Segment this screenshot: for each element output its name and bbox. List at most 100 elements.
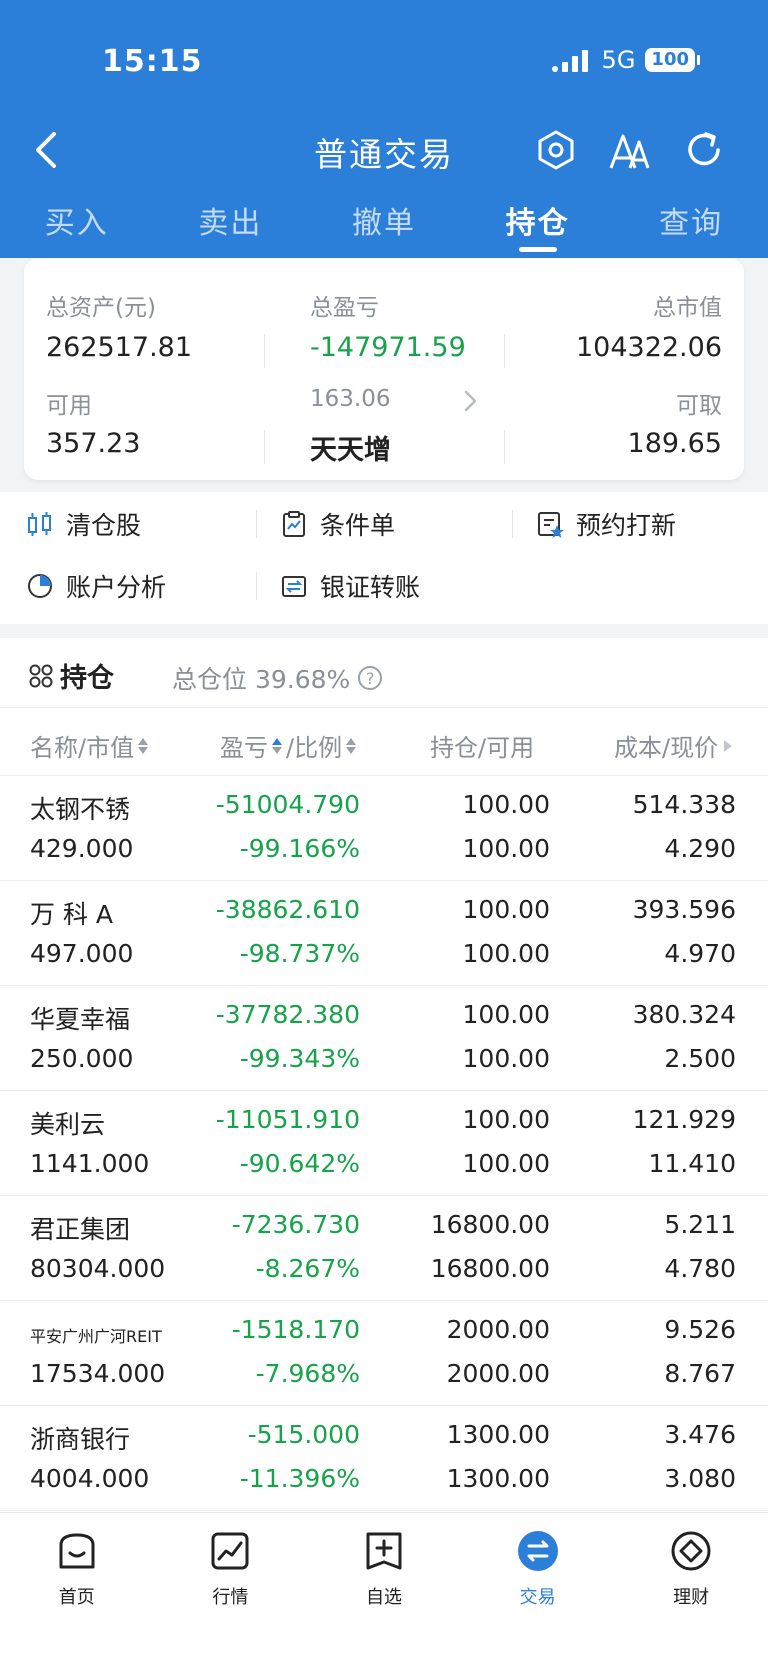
quick-label: 预约打新: [576, 511, 677, 540]
network-type: 5G: [601, 46, 636, 74]
settings-hexagon-icon[interactable]: [534, 128, 578, 172]
table-row[interactable]: 太钢不锈 429.000 -51004.790 -99.166% 100.00 …: [0, 776, 768, 881]
table-row[interactable]: 万 科 A 497.000 -38862.610 -98.737% 100.00…: [0, 881, 768, 986]
table-row[interactable]: 平安广州广河REIT 17534.000 -1518.170 -7.968% 2…: [0, 1301, 768, 1406]
stock-pl-ratio: -11.396%: [239, 1464, 360, 1493]
stock-cost: 380.324: [632, 1000, 736, 1029]
stock-avail: 16800.00: [430, 1254, 550, 1283]
tabbar-trade[interactable]: 交易: [461, 1513, 615, 1670]
pie-chart-icon: [28, 574, 52, 598]
total-assets-value: 262517.81: [46, 332, 193, 363]
stock-avail: 2000.00: [446, 1359, 550, 1388]
refresh-icon[interactable]: [682, 128, 726, 172]
battery-level: 100: [645, 48, 695, 72]
col-qty-label: 持仓/可用: [430, 734, 535, 762]
quick-clear-position[interactable]: 清仓股: [26, 506, 141, 542]
stock-cost: 5.211: [664, 1210, 736, 1239]
stock-market-value: 4004.000: [30, 1464, 150, 1493]
trade-tabs: 买入 卖出 撤单 持仓 查询: [0, 198, 768, 258]
tabbar-wealth[interactable]: 理财: [614, 1513, 768, 1670]
help-icon[interactable]: ?: [358, 666, 383, 690]
stock-market-value: 80304.000: [30, 1254, 166, 1283]
positions-title: 持仓: [28, 656, 114, 695]
stock-pl-ratio: -98.737%: [239, 939, 360, 968]
col-pl[interactable]: 盈亏 /比例: [220, 728, 357, 763]
stock-price: 4.970: [664, 939, 736, 968]
withdrawable-value: 189.65: [627, 428, 722, 459]
market-value-value: 104322.06: [575, 332, 722, 363]
positions-table: 太钢不锈 429.000 -51004.790 -99.166% 100.00 …: [0, 776, 768, 1511]
stock-pl: -37782.380: [215, 1000, 360, 1029]
stock-market-value: 17534.000: [30, 1359, 166, 1388]
stock-name: 美利云: [30, 1110, 106, 1139]
stock-price: 2.500: [664, 1044, 736, 1073]
quick-account-analysis[interactable]: 账户分析: [26, 568, 166, 604]
positions-column-header: 名称/市值 盈亏 /比例 持仓/可用 成本/现价: [0, 708, 768, 776]
stock-pl-ratio: -90.642%: [239, 1149, 360, 1178]
signal-icon: [551, 48, 592, 72]
stock-avail: 100.00: [462, 1044, 550, 1073]
sort-icon: [272, 737, 282, 754]
col-cost[interactable]: 成本/现价: [614, 728, 734, 763]
stock-pl-ratio: -7.968%: [255, 1359, 360, 1388]
stock-name: 万 科 A: [30, 900, 113, 929]
tabbar-label: 交易: [519, 1587, 556, 1608]
col-cost-label: 成本/现价: [614, 734, 719, 762]
withdrawable-label: 可取: [676, 393, 722, 419]
col-qty: 持仓/可用: [430, 728, 534, 763]
stock-price: 11.410: [648, 1149, 736, 1178]
positions-title-text: 持仓: [60, 663, 114, 694]
tab-buy[interactable]: 买入: [0, 198, 154, 258]
stock-pl-ratio: -99.166%: [239, 834, 360, 863]
chevron-right-icon[interactable]: [460, 388, 480, 414]
stock-pl-ratio: -8.267%: [255, 1254, 360, 1283]
tab-query[interactable]: 查询: [614, 198, 768, 258]
stock-pl: -38862.610: [215, 895, 360, 924]
stock-pl: -1518.170: [231, 1315, 360, 1344]
font-size-icon[interactable]: [608, 128, 652, 172]
stock-qty: 100.00: [462, 1000, 550, 1029]
available-label: 可用: [46, 393, 92, 419]
tabbar-watchlist[interactable]: 自选: [307, 1513, 461, 1670]
trade-exchange-icon: [517, 1531, 558, 1571]
tab-sell[interactable]: 卖出: [154, 198, 308, 258]
total-pl-label: 总盈亏: [310, 295, 379, 321]
stock-market-value: 497.000: [30, 939, 134, 968]
fund-name[interactable]: 天天增: [310, 428, 391, 467]
tab-positions[interactable]: 持仓: [461, 198, 615, 258]
table-row[interactable]: 美利云 1141.000 -11051.910 -90.642% 100.00 …: [0, 1091, 768, 1196]
stock-cost: 9.526: [664, 1315, 736, 1344]
stock-name: 华夏幸福: [30, 1005, 131, 1034]
positions-header: 持仓 总仓位 39.68% ?: [0, 638, 768, 708]
total-pl-value: -147971.59: [310, 332, 466, 363]
quick-bank-transfer[interactable]: 银证转账: [280, 568, 420, 604]
stock-name: 太钢不锈: [30, 795, 131, 824]
stock-pl: -51004.790: [215, 790, 360, 819]
stock-qty: 100.00: [462, 790, 550, 819]
quick-condition-order[interactable]: 条件单: [280, 506, 395, 542]
table-row[interactable]: 华夏幸福 250.000 -37782.380 -99.343% 100.00 …: [0, 986, 768, 1091]
stock-name: 平安广州广河REIT: [30, 1327, 162, 1346]
table-row[interactable]: 君正集团 80304.000 -7236.730 -8.267% 16800.0…: [0, 1196, 768, 1301]
status-indicators: 5G 100: [551, 46, 700, 74]
stock-cost: 121.929: [632, 1105, 736, 1134]
tab-cancel[interactable]: 撤单: [307, 198, 461, 258]
page-title: 普通交易: [314, 135, 454, 174]
available-value: 357.23: [46, 428, 141, 459]
stock-price: 4.780: [664, 1254, 736, 1283]
transfer-icon: [282, 576, 306, 597]
col-name[interactable]: 名称/市值: [30, 728, 149, 763]
quick-label: 清仓股: [66, 511, 142, 540]
table-row[interactable]: 浙商银行 4004.000 -515.000 -11.396% 1300.00 …: [0, 1406, 768, 1511]
grid-icon: [29, 664, 53, 687]
quick-ipo-booking[interactable]: 预约打新: [536, 506, 676, 542]
tabbar-market[interactable]: 行情: [154, 1513, 308, 1670]
tabbar-home[interactable]: 首页: [0, 1513, 154, 1670]
stock-qty: 1300.00: [446, 1420, 550, 1449]
stock-pl: -515.000: [247, 1420, 360, 1449]
position-ratio-text: 总仓位 39.68%: [172, 665, 351, 694]
sort-icon: [346, 737, 357, 754]
quick-label: 条件单: [320, 511, 396, 540]
ipo-booking-icon: [538, 512, 564, 538]
sort-icon: [138, 737, 149, 754]
